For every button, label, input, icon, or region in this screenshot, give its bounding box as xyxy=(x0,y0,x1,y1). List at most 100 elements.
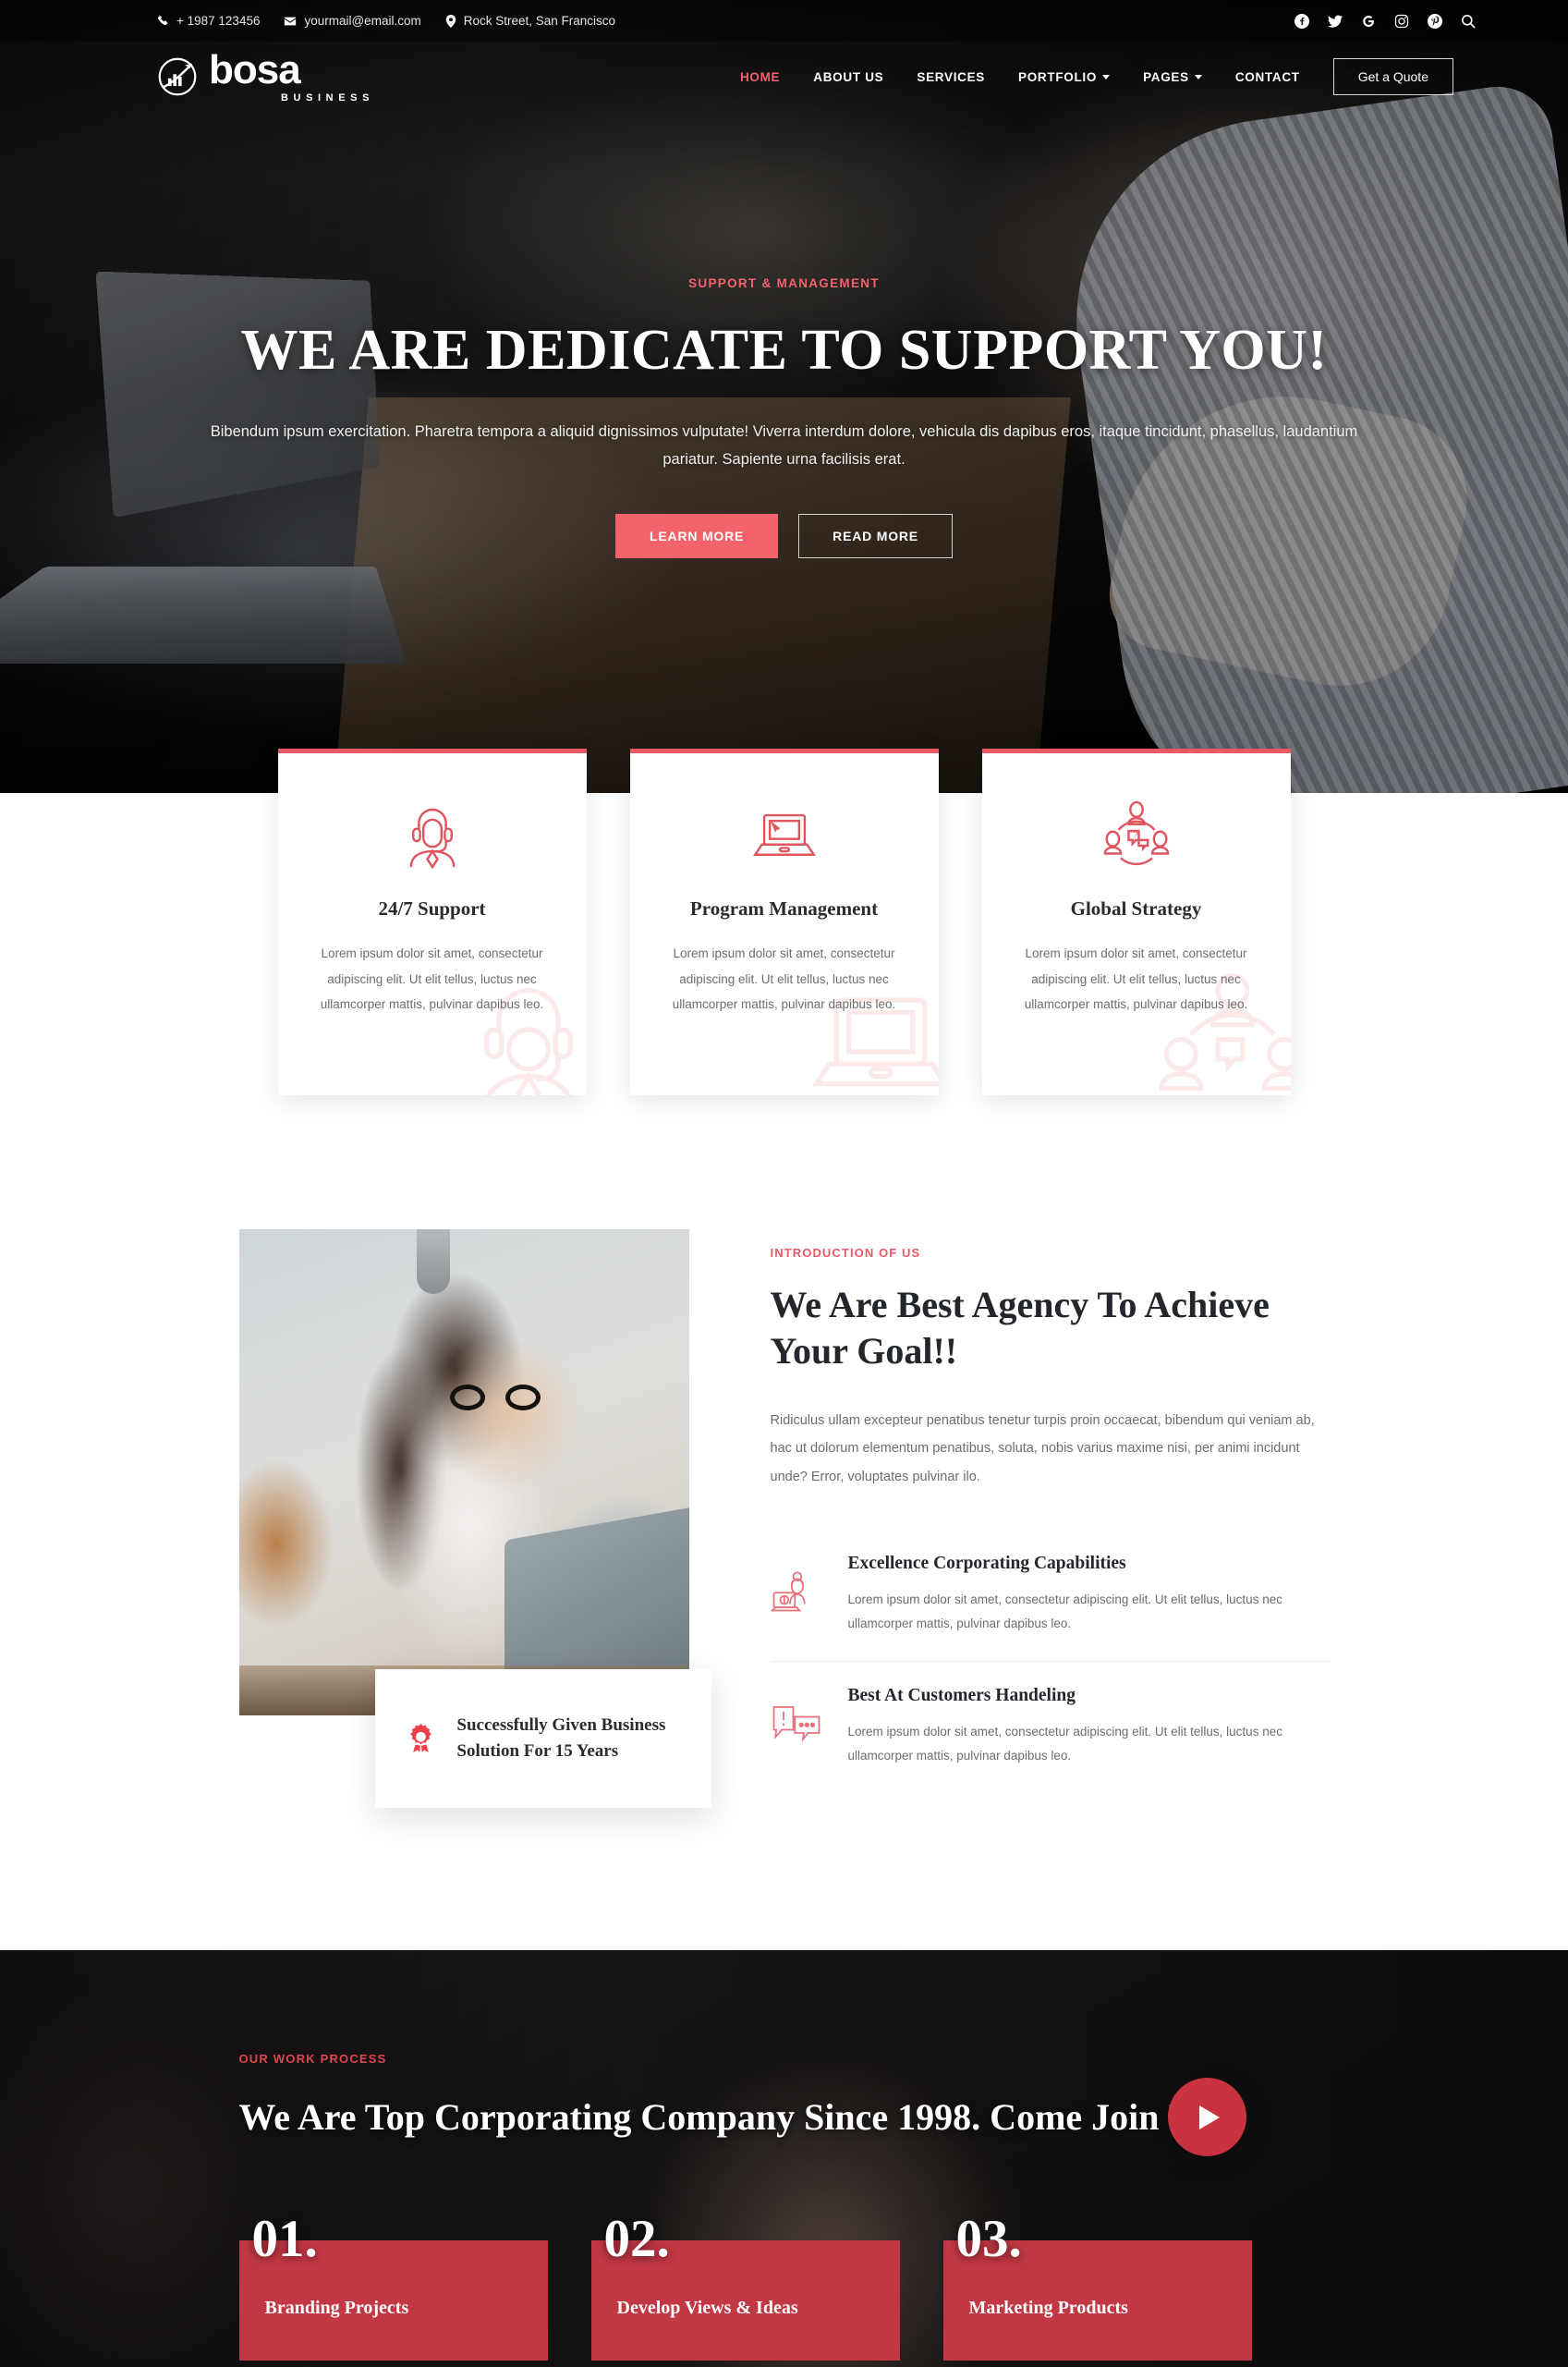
introduction-section: Successfully Given Business Solution For… xyxy=(0,1081,1568,1950)
badge-text: Successfully Given Business Solution For… xyxy=(456,1715,666,1761)
step-number: 02. xyxy=(603,2210,670,2269)
facebook-icon[interactable] xyxy=(1295,13,1309,29)
step-number: 03. xyxy=(955,2210,1022,2269)
hero-subtitle: Bibendum ipsum exercitation. Pharetra te… xyxy=(210,422,1358,468)
service-card-body: Lorem ipsum dolor sit amet, consectetur … xyxy=(672,946,896,1012)
instagram-icon[interactable] xyxy=(1394,14,1409,29)
play-video-button[interactable] xyxy=(1167,2078,1246,2156)
pinterest-icon[interactable] xyxy=(1428,13,1442,29)
feature-list: Excellence Corporating Capabilities Lore… xyxy=(770,1530,1330,1793)
nav-label-pages: PAGES xyxy=(1143,69,1189,84)
social-links-group xyxy=(1295,13,1476,29)
service-card-icon xyxy=(310,799,555,872)
hero-laptop-decoration-1 xyxy=(0,567,407,665)
address-contact[interactable]: Rock Street, San Francisco xyxy=(445,14,615,28)
hero-title: WE ARE DEDICATE TO SUPPORT YOU! xyxy=(240,319,1328,382)
intro-title: We Are Best Agency To Achieve Your Goal!… xyxy=(770,1284,1270,1373)
service-card-body: Lorem ipsum dolor sit amet, consectetur … xyxy=(1024,946,1248,1012)
feature-title: Excellence Corporating Capabilities xyxy=(847,1554,1126,1574)
google-icon[interactable] xyxy=(1361,14,1376,29)
photo-lamp-decoration xyxy=(416,1229,450,1294)
hero-eyebrow: SUPPORT & MANAGEMENT xyxy=(688,276,880,290)
hero-button-group: LEARN MORE READ MORE xyxy=(0,514,1568,559)
service-card-global-strategy[interactable]: ? Global Strategy Lorem ipsum dolor sit … xyxy=(981,749,1291,1095)
top-utility-bar: + 1987 123456 yourmail@email.com Rock St… xyxy=(0,0,1568,42)
intro-photo xyxy=(238,1229,689,1715)
process-step-02[interactable]: 02. Develop Views & Ideas xyxy=(590,2210,900,2361)
phone-icon xyxy=(157,15,168,26)
email-address: yourmail@email.com xyxy=(304,14,421,28)
service-cards-row: 24/7 Support Lorem ipsum dolor sit amet,… xyxy=(0,749,1568,1095)
feature-item-excellence: Excellence Corporating Capabilities Lore… xyxy=(770,1530,1330,1661)
step-number: 01. xyxy=(251,2210,318,2269)
headset-agent-icon xyxy=(409,808,455,870)
woman-laptop-icon xyxy=(770,1571,806,1612)
nav-label-services: SERVICES xyxy=(917,69,986,84)
chevron-down-icon xyxy=(1194,74,1202,79)
step-label: Marketing Products xyxy=(968,2298,1128,2319)
chevron-down-icon xyxy=(1102,74,1111,79)
site-logo[interactable]: bosa BUSINESS xyxy=(157,50,374,104)
nav-label-contact: CONTACT xyxy=(1234,69,1300,84)
service-card-program-management[interactable]: Program Management Lorem ipsum dolor sit… xyxy=(629,749,939,1095)
work-process-section: OUR WORK PROCESS We Are Top Corporating … xyxy=(0,1950,1568,2367)
feature-icon xyxy=(771,1686,824,1769)
service-card-icon: ? xyxy=(1014,799,1259,872)
chat-alert-icon xyxy=(772,1705,820,1742)
service-card-title: 24/7 Support xyxy=(378,897,486,920)
process-step-03[interactable]: 03. Marketing Products xyxy=(942,2210,1252,2361)
nav-label-portfolio: PORTFOLIO xyxy=(1018,69,1098,84)
nav-label-about-us: ABOUT US xyxy=(813,69,884,84)
email-contact[interactable]: yourmail@email.com xyxy=(284,14,421,28)
nav-label-home: HOME xyxy=(739,69,781,84)
intro-eyebrow: INTRODUCTION OF US xyxy=(770,1246,921,1260)
photo-glasses-decoration xyxy=(449,1385,541,1410)
nav-item-contact[interactable]: CONTACT xyxy=(1235,70,1300,84)
search-icon[interactable] xyxy=(1461,14,1476,29)
play-icon xyxy=(1199,2105,1220,2129)
learn-more-button[interactable]: LEARN MORE xyxy=(615,514,779,559)
feature-title: Best At Customers Handeling xyxy=(847,1685,1076,1705)
service-card-title: Global Strategy xyxy=(1070,897,1202,920)
service-card-support[interactable]: 24/7 Support Lorem ipsum dolor sit amet,… xyxy=(277,749,587,1095)
nav-item-about-us[interactable]: ABOUT US xyxy=(813,70,883,84)
intro-text-column: INTRODUCTION OF US We Are Best Agency To… xyxy=(692,1229,1330,1792)
hero-content: SUPPORT & MANAGEMENT WE ARE DEDICATE TO … xyxy=(0,112,1568,559)
process-eyebrow: OUR WORK PROCESS xyxy=(238,2052,387,2066)
laptop-icon xyxy=(752,813,816,856)
step-label: Branding Projects xyxy=(264,2298,409,2319)
process-title: We Are Top Corporating Company Since 199… xyxy=(238,2096,1222,2138)
svg-text:?: ? xyxy=(1133,830,1136,840)
nav-links: HOME ABOUT US SERVICES PORTFOLIO PAGES C… xyxy=(740,58,1453,95)
logo-chart-arrow-icon xyxy=(158,57,197,96)
service-card-icon xyxy=(662,799,907,872)
service-card-body: Lorem ipsum dolor sit amet, consectetur … xyxy=(320,946,544,1012)
achievement-badge-card: Successfully Given Business Solution For… xyxy=(374,1669,711,1808)
phone-contact[interactable]: + 1987 123456 xyxy=(157,14,260,28)
process-steps-row: 01. Branding Projects 02. Develop Views … xyxy=(238,2210,1330,2361)
feature-body: Lorem ipsum dolor sit amet, consectetur … xyxy=(847,1592,1282,1631)
twitter-icon[interactable] xyxy=(1328,14,1343,29)
contact-info-group: + 1987 123456 yourmail@email.com Rock St… xyxy=(157,14,615,28)
street-address: Rock Street, San Francisco xyxy=(463,14,616,28)
location-pin-icon xyxy=(445,14,456,28)
nav-item-pages[interactable]: PAGES xyxy=(1143,70,1202,84)
feature-item-customers: Best At Customers Handeling Lorem ipsum … xyxy=(770,1660,1330,1793)
award-ribbon-icon xyxy=(409,1723,432,1752)
read-more-button[interactable]: READ MORE xyxy=(798,514,953,559)
nav-item-home[interactable]: HOME xyxy=(740,70,780,84)
intro-photo-column: Successfully Given Business Solution For… xyxy=(238,1229,711,1808)
team-strategy-icon: ? xyxy=(1103,800,1169,866)
nav-item-portfolio[interactable]: PORTFOLIO xyxy=(1018,69,1111,84)
logo-subtitle: BUSINESS xyxy=(281,92,375,104)
process-step-01[interactable]: 01. Branding Projects xyxy=(238,2210,548,2361)
nav-item-services[interactable]: SERVICES xyxy=(917,70,985,84)
service-card-title: Program Management xyxy=(689,897,879,920)
feature-body: Lorem ipsum dolor sit amet, consectetur … xyxy=(847,1724,1282,1763)
get-a-quote-button[interactable]: Get a Quote xyxy=(1332,58,1453,95)
phone-number: + 1987 123456 xyxy=(176,14,261,28)
envelope-icon xyxy=(285,17,297,25)
main-navbar: bosa BUSINESS HOME ABOUT US SERVICES POR… xyxy=(0,42,1568,112)
feature-icon xyxy=(770,1554,824,1637)
step-label: Develop Views & Ideas xyxy=(616,2298,798,2319)
